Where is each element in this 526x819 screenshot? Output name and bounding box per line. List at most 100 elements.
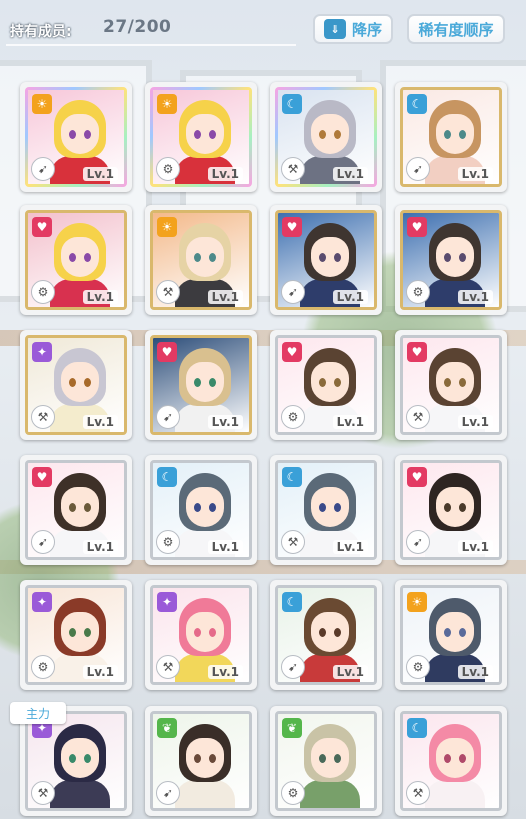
skill-type-icon: ➹ xyxy=(281,280,305,304)
sun-icon: ☀ xyxy=(407,592,427,612)
sun-icon: ☀ xyxy=(157,217,177,237)
card-level: Lv.1 xyxy=(207,415,243,429)
heart-icon: ♥ xyxy=(32,217,52,237)
member-card[interactable]: ♥ ➹ Lv.1 xyxy=(270,205,382,315)
card-level: Lv.1 xyxy=(332,540,368,554)
card-frame: ☾ ➹ Lv.1 xyxy=(400,87,502,187)
card-frame: ❦ ⚙ xyxy=(275,711,377,811)
member-card[interactable]: ☾ ⚒ Lv.1 xyxy=(270,455,382,565)
card-level: Lv.1 xyxy=(332,290,368,304)
card-level: Lv.1 xyxy=(457,415,493,429)
member-card[interactable]: ✦ ⚒ Lv.1 xyxy=(20,330,132,440)
skill-type-icon: ⚒ xyxy=(156,655,180,679)
member-card[interactable]: ♥ ⚙ Lv.1 xyxy=(270,330,382,440)
card-level: Lv.1 xyxy=(332,665,368,679)
card-frame: ☾ ⚒ Lv.1 xyxy=(275,460,377,560)
member-card[interactable]: ❦ ➹ xyxy=(145,706,257,816)
member-card[interactable]: ☀ ⚒ Lv.1 xyxy=(145,205,257,315)
card-level: Lv.1 xyxy=(82,290,118,304)
sun-icon: ☀ xyxy=(32,94,52,114)
skill-type-icon: ⚙ xyxy=(406,280,430,304)
card-level: Lv.1 xyxy=(332,415,368,429)
moon-icon: ☾ xyxy=(407,718,427,738)
card-frame: ✦ ⚒ xyxy=(25,711,127,811)
member-card[interactable]: ♥ ➹ Lv.1 xyxy=(20,455,132,565)
member-card[interactable]: ☀ ➹ Lv.1 xyxy=(20,82,132,192)
member-card[interactable]: ♥ ➹ Lv.1 xyxy=(395,455,507,565)
heart-icon: ♥ xyxy=(407,467,427,487)
heart-icon: ♥ xyxy=(282,342,302,362)
main-member-tag: 主力 xyxy=(10,702,66,724)
card-frame: ✦ ⚙ Lv.1 xyxy=(25,585,127,685)
skill-type-icon: ⚒ xyxy=(406,405,430,429)
moon-icon: ☾ xyxy=(157,467,177,487)
skill-type-icon: ➹ xyxy=(406,530,430,554)
card-frame: ♥ ⚒ Lv.1 xyxy=(400,335,502,435)
heart-icon: ♥ xyxy=(157,342,177,362)
skill-type-icon: ⚒ xyxy=(31,781,55,805)
card-frame: ✦ ⚒ Lv.1 xyxy=(25,335,127,435)
card-frame: ♥ ⚙ Lv.1 xyxy=(25,210,127,310)
leaf-icon: ❦ xyxy=(282,718,302,738)
skill-type-icon: ⚒ xyxy=(406,781,430,805)
card-frame: ♥ ➹ Lv.1 xyxy=(275,210,377,310)
card-frame: ☀ ⚙ Lv.1 xyxy=(150,87,252,187)
card-frame: ☾ ⚒ xyxy=(400,711,502,811)
moon-icon: ☾ xyxy=(282,94,302,114)
skill-type-icon: ⚙ xyxy=(406,655,430,679)
card-level: Lv.1 xyxy=(207,540,243,554)
card-frame: ♥ ➹ Lv.1 xyxy=(400,460,502,560)
skill-type-icon: ➹ xyxy=(156,405,180,429)
member-card[interactable]: ♥ ➹ Lv.1 xyxy=(145,330,257,440)
member-card[interactable]: ❦ ⚙ xyxy=(270,706,382,816)
card-frame: ☀ ⚙ Lv.1 xyxy=(400,585,502,685)
skill-type-icon: ⚙ xyxy=(156,530,180,554)
member-card[interactable]: ☾ ⚙ Lv.1 xyxy=(145,455,257,565)
card-level: Lv.1 xyxy=(82,540,118,554)
card-frame: ✦ ⚒ Lv.1 xyxy=(150,585,252,685)
skill-type-icon: ➹ xyxy=(406,157,430,181)
card-level: Lv.1 xyxy=(457,167,493,181)
card-frame: ❦ ➹ xyxy=(150,711,252,811)
member-card[interactable]: ☾ ➹ Lv.1 xyxy=(395,82,507,192)
member-card[interactable]: ♥ ⚙ Lv.1 xyxy=(20,205,132,315)
skill-type-icon: ⚙ xyxy=(31,655,55,679)
card-frame: ♥ ⚙ Lv.1 xyxy=(400,210,502,310)
member-card[interactable]: ☀ ⚙ Lv.1 xyxy=(395,580,507,690)
card-level: Lv.1 xyxy=(457,290,493,304)
member-card-grid: ☀ ➹ Lv.1 ☀ ⚙ Lv.1 ☾ ⚒ Lv.1 ☾ ➹ Lv.1 ♥ ⚙ Lv.1 ☀ ⚒ Lv.1 ♥ ➹ Lv… xyxy=(0,0,526,819)
card-frame: ☾ ➹ Lv.1 xyxy=(275,585,377,685)
skill-type-icon: ⚒ xyxy=(31,405,55,429)
heart-icon: ♥ xyxy=(282,217,302,237)
card-level: Lv.1 xyxy=(82,665,118,679)
member-card[interactable]: ☾ ⚒ Lv.1 xyxy=(270,82,382,192)
card-frame: ☾ ⚙ Lv.1 xyxy=(150,460,252,560)
member-card[interactable]: ☾ ⚒ xyxy=(395,706,507,816)
card-frame: ☀ ➹ Lv.1 xyxy=(25,87,127,187)
moon-icon: ☾ xyxy=(282,592,302,612)
skill-type-icon: ➹ xyxy=(31,530,55,554)
member-card[interactable]: ✦ ⚒ Lv.1 xyxy=(145,580,257,690)
skill-type-icon: ➹ xyxy=(156,781,180,805)
member-card[interactable]: ✦ ⚙ Lv.1 xyxy=(20,580,132,690)
heart-icon: ♥ xyxy=(407,217,427,237)
skill-type-icon: ⚒ xyxy=(156,280,180,304)
skill-type-icon: ⚙ xyxy=(31,280,55,304)
member-card[interactable]: ☀ ⚙ Lv.1 xyxy=(145,82,257,192)
star-icon: ✦ xyxy=(32,592,52,612)
member-card[interactable]: ♥ ⚙ Lv.1 xyxy=(395,205,507,315)
star-icon: ✦ xyxy=(157,592,177,612)
card-level: Lv.1 xyxy=(207,290,243,304)
skill-type-icon: ⚙ xyxy=(281,405,305,429)
card-level: Lv.1 xyxy=(82,167,118,181)
star-icon: ✦ xyxy=(32,342,52,362)
card-frame: ♥ ⚙ Lv.1 xyxy=(275,335,377,435)
heart-icon: ♥ xyxy=(32,467,52,487)
card-level: Lv.1 xyxy=(207,167,243,181)
card-frame: ♥ ➹ Lv.1 xyxy=(150,335,252,435)
card-level: Lv.1 xyxy=(207,665,243,679)
member-card[interactable]: ☾ ➹ Lv.1 xyxy=(270,580,382,690)
leaf-icon: ❦ xyxy=(157,718,177,738)
member-card[interactable]: ♥ ⚒ Lv.1 xyxy=(395,330,507,440)
skill-type-icon: ⚒ xyxy=(281,157,305,181)
